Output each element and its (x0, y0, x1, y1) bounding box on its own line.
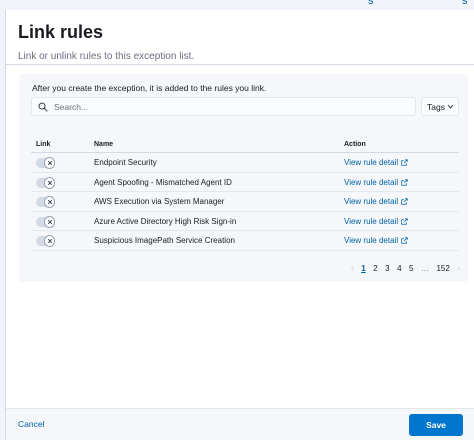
view-rule-detail-link[interactable]: View rule detail (344, 158, 408, 167)
flyout-subtitle: Link or unlink rules to this exception l… (18, 51, 195, 62)
view-rule-detail-label: View rule detail (344, 236, 399, 246)
view-rule-detail-label: View rule detail (344, 158, 399, 167)
external-link-icon (401, 237, 408, 245)
link-toggle[interactable] (36, 215, 55, 228)
flyout-footer: Cancel Save (6, 408, 474, 440)
table-row: Endpoint Security View rule detail (31, 153, 459, 173)
tags-label: Tags (427, 101, 445, 112)
table-row: Suspicious ImagePath Service Creation Vi… (31, 231, 459, 251)
link-toggle[interactable] (36, 235, 55, 248)
background-link-fragment: s (368, 0, 374, 7)
flyout-header: Link rules Link or unlink rules to this … (18, 22, 474, 62)
view-rule-detail-link[interactable]: View rule detail (344, 217, 408, 226)
rule-name: Agent Spoofing - Mismatched Agent ID (94, 177, 232, 187)
rule-name: Azure Active Directory High Risk Sign-in (94, 216, 237, 226)
toggle-knob (44, 235, 55, 248)
table-row: Azure Active Directory High Risk Sign-in… (31, 212, 459, 232)
link-rules-flyout: Link rules Link or unlink rules to this … (5, 10, 474, 440)
column-header-action: Action (344, 141, 366, 148)
view-rule-detail-label: View rule detail (344, 197, 399, 207)
toggle-knob (44, 157, 55, 169)
header-divider (6, 64, 474, 65)
external-link-icon (401, 178, 408, 186)
cancel-button[interactable]: Cancel (18, 419, 44, 429)
pagination-page-last[interactable]: 152 (436, 264, 449, 273)
background-link-fragment: s (462, 0, 468, 7)
pagination-page-3[interactable]: 3 (385, 264, 389, 273)
pagination-prev-button[interactable]: ‹ (351, 264, 354, 273)
rules-table: Link Name Action Endpoint Security View … (31, 136, 459, 251)
rule-name: AWS Execution via System Manager (94, 197, 225, 207)
pagination: ‹ 1 2 3 4 5 … 152 › (344, 264, 460, 273)
close-icon (47, 239, 52, 244)
pagination-page-4[interactable]: 4 (397, 264, 401, 273)
save-button[interactable]: Save (409, 414, 463, 436)
rule-name: Suspicious ImagePath Service Creation (94, 236, 235, 246)
toggle-knob (44, 215, 55, 228)
table-header: Link Name Action (31, 136, 459, 153)
flyout-title: Link rules (18, 22, 104, 42)
search-box[interactable] (31, 97, 416, 116)
view-rule-detail-label: View rule detail (344, 177, 399, 187)
search-icon (38, 102, 48, 112)
view-rule-detail-label: View rule detail (344, 216, 399, 226)
table-row: Agent Spoofing - Mismatched Agent ID Vie… (31, 173, 459, 193)
background-page-strip: s s (0, 0, 474, 10)
link-toggle[interactable] (36, 157, 55, 169)
pagination-page-5[interactable]: 5 (409, 264, 413, 273)
toggle-knob (44, 176, 55, 189)
view-rule-detail-link[interactable]: View rule detail (344, 236, 408, 245)
external-link-icon (401, 159, 408, 166)
close-icon (47, 200, 52, 205)
link-toggle[interactable] (36, 176, 55, 189)
tags-filter-button[interactable]: Tags (421, 97, 459, 116)
close-icon (47, 160, 52, 166)
pagination-page-1[interactable]: 1 (361, 264, 365, 273)
rules-panel: After you create the exception, it is ad… (19, 74, 468, 282)
table-row: AWS Execution via System Manager View ru… (31, 192, 459, 212)
external-link-icon (401, 218, 408, 225)
search-input[interactable] (54, 101, 374, 112)
pagination-next-button[interactable]: › (457, 264, 460, 273)
toggle-knob (44, 196, 55, 209)
help-text: After you create the exception, it is ad… (32, 83, 267, 93)
chevron-down-icon (447, 104, 454, 109)
view-rule-detail-link[interactable]: View rule detail (344, 178, 408, 187)
close-icon (47, 180, 52, 185)
pagination-page-2[interactable]: 2 (373, 264, 377, 273)
pagination-ellipsis: … (420, 264, 429, 273)
rule-name: Endpoint Security (94, 158, 157, 167)
column-header-link: Link (36, 141, 51, 148)
close-icon (47, 219, 52, 224)
view-rule-detail-link[interactable]: View rule detail (344, 197, 408, 206)
external-link-icon (401, 198, 408, 205)
link-toggle[interactable] (36, 196, 55, 209)
column-header-name: Name (94, 141, 114, 148)
